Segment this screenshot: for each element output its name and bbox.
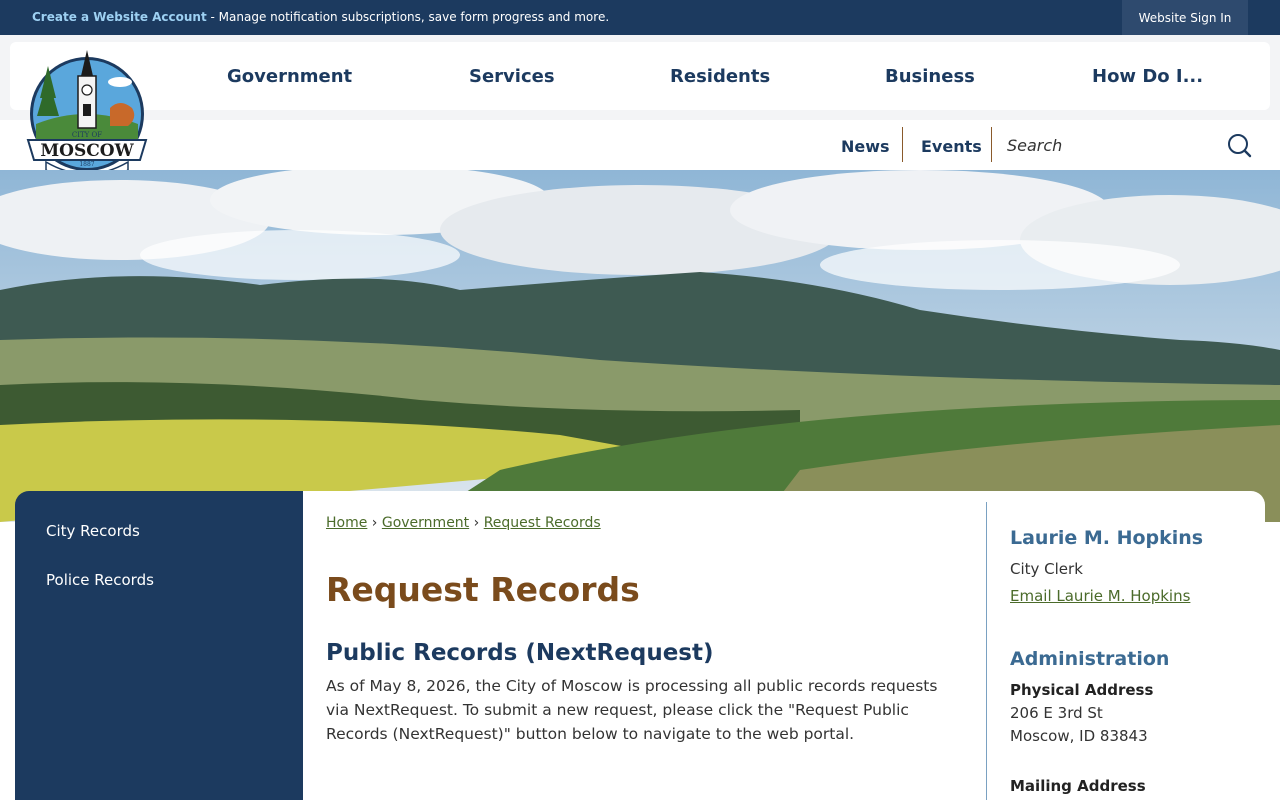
nav-residents[interactable]: Residents — [670, 66, 770, 87]
top-bar: Create a Website Account - Manage notifi… — [0, 0, 1280, 35]
physical-address-label: Physical Address — [1010, 681, 1154, 699]
account-message: Create a Website Account - Manage notifi… — [32, 10, 609, 24]
nav-business[interactable]: Business — [885, 66, 975, 87]
breadcrumb-home[interactable]: Home — [326, 515, 367, 531]
nav-how-do-i[interactable]: How Do I... — [1092, 66, 1203, 87]
search-input[interactable] — [1000, 130, 1210, 160]
main-nav-bar — [10, 42, 1270, 110]
events-link[interactable]: Events — [921, 137, 982, 156]
news-link[interactable]: News — [841, 137, 890, 156]
breadcrumb: Home › Government › Request Records — [326, 515, 601, 531]
section-body: As of May 8, 2026, the City of Moscow is… — [326, 677, 938, 743]
nav-divider — [991, 127, 992, 162]
admin-title: Administration — [1010, 648, 1170, 670]
logo-city-of: CITY OF — [72, 131, 102, 139]
sidebar-item-city-records[interactable]: City Records — [46, 522, 140, 540]
page-title: Request Records — [326, 570, 640, 609]
sidebar: City Records Police Records — [15, 491, 303, 800]
search-icon — [1228, 134, 1252, 158]
city-seal-icon: CITY OF MOSCOW 1887 IDAHO — [26, 50, 148, 184]
city-logo[interactable]: CITY OF MOSCOW 1887 IDAHO — [26, 46, 150, 188]
search-button[interactable] — [1224, 130, 1254, 160]
contact-email-link[interactable]: Email Laurie M. Hopkins — [1010, 587, 1190, 605]
column-divider — [986, 502, 987, 800]
breadcrumb-current[interactable]: Request Records — [484, 515, 601, 531]
breadcrumb-separator: › — [473, 515, 480, 531]
nav-government[interactable]: Government — [227, 66, 352, 87]
sidebar-item-police-records[interactable]: Police Records — [46, 571, 154, 589]
breadcrumb-government[interactable]: Government — [382, 515, 469, 531]
website-sign-in-button[interactable]: Website Sign In — [1122, 0, 1248, 35]
section-title: Public Records (NextRequest) — [326, 640, 714, 666]
hero-banner-image — [0, 170, 1280, 522]
mailing-address-label: Mailing Address — [1010, 777, 1146, 795]
logo-year: 1887 — [79, 161, 94, 168]
physical-address-city: Moscow, ID 83843 — [1010, 727, 1148, 745]
create-account-link[interactable]: Create a Website Account — [32, 10, 207, 24]
nav-services[interactable]: Services — [469, 66, 555, 87]
account-message-text: - Manage notification subscriptions, sav… — [206, 10, 610, 24]
contact-role: City Clerk — [1010, 560, 1083, 578]
nav-divider — [902, 127, 903, 162]
contact-name: Laurie M. Hopkins — [1010, 527, 1204, 549]
logo-moscow: MOSCOW — [40, 141, 134, 161]
breadcrumb-separator: › — [371, 515, 378, 531]
physical-address-street: 206 E 3rd St — [1010, 704, 1103, 722]
